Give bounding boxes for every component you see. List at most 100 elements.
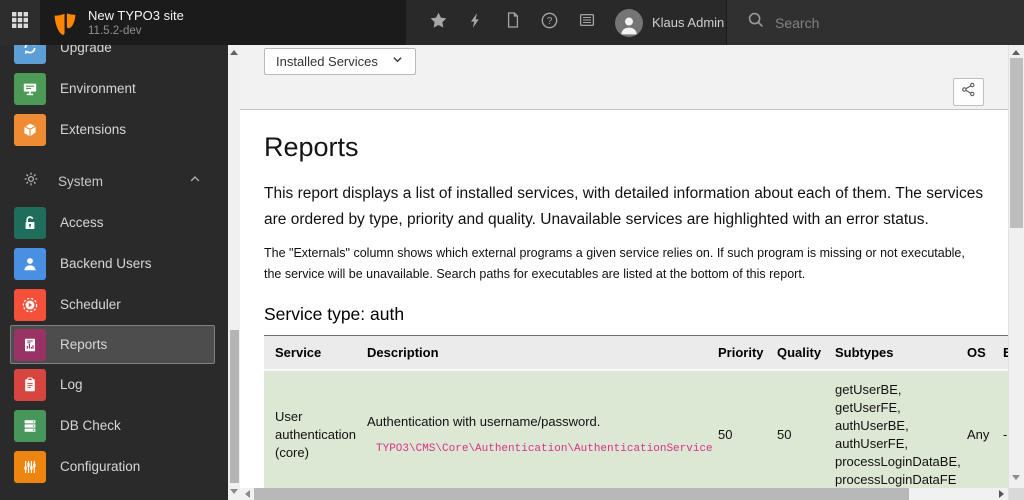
scroll-up-arrow-icon[interactable] <box>230 50 238 55</box>
report-body: Reports This report displays a list of i… <box>240 110 1008 488</box>
chevron-up-icon <box>188 172 202 191</box>
sidebar-item-scheduler[interactable]: Scheduler <box>0 284 228 325</box>
report-note-text: The "Externals" column shows which exter… <box>264 246 965 281</box>
col-header-subtypes: Subtypes <box>824 335 956 371</box>
view-selector-dropdown[interactable]: Installed Services <box>264 48 416 75</box>
module-menu: Upgrade Environment Extensions System Ac… <box>0 45 228 500</box>
site-title: New TYPO3 site <box>88 7 184 23</box>
content-vertical-scrollbar <box>1008 45 1024 500</box>
toolbar-search <box>726 0 1024 45</box>
col-header-os: OS <box>956 335 992 371</box>
svg-text:?: ? <box>547 16 553 27</box>
scroll-left-arrow-icon[interactable] <box>245 490 250 498</box>
sidebar-item-backend-users[interactable]: Backend Users <box>0 243 228 284</box>
sidebar-item-label: Reports <box>60 337 108 352</box>
star-icon <box>429 11 448 35</box>
sidebar-item-label: Upgrade <box>60 45 112 55</box>
sidebar-section-system[interactable]: System <box>0 161 228 202</box>
monitor-icon <box>14 72 46 105</box>
cell-description: Authentication with username/password. T… <box>356 370 713 488</box>
module-menu-scrollbar-thumb[interactable] <box>229 330 239 483</box>
sidebar-item-upgrade[interactable]: Upgrade <box>0 45 228 68</box>
sidebar-item-configuration[interactable]: Configuration <box>0 446 228 487</box>
col-header-quality: Quality <box>766 335 824 371</box>
sidebar-item-access[interactable]: Access <box>0 202 228 243</box>
new-page-button[interactable] <box>494 0 531 45</box>
user-icon <box>14 247 46 280</box>
sliders-icon <box>14 450 46 483</box>
module-menu-toggle-button[interactable] <box>0 0 40 45</box>
cell-externals: - <box>992 370 1008 488</box>
flush-cache-button[interactable] <box>457 0 494 45</box>
sidebar-item-log[interactable]: Log <box>0 364 228 405</box>
database-icon <box>14 409 46 442</box>
sidebar-item-label: DB Check <box>60 418 121 433</box>
chevron-down-icon <box>378 53 404 71</box>
sidebar-item-label: Configuration <box>60 459 141 474</box>
sidebar-item-label: Extensions <box>60 122 127 137</box>
share-button[interactable] <box>953 78 984 106</box>
sidebar-item-label: Environment <box>60 81 136 96</box>
view-selector-label: Installed Services <box>276 54 378 69</box>
play-circle-icon <box>14 288 46 321</box>
sidebar-item-label: Scheduler <box>60 297 121 312</box>
page-icon <box>504 11 522 34</box>
report-lead-text: This report displays a list of installed… <box>264 185 984 228</box>
typo3-logo-icon <box>52 10 78 36</box>
cell-subtypes: getUserBE, getUserFE, authUserBE, authUs… <box>824 370 961 488</box>
horizontal-scrollbar-thumb[interactable] <box>254 488 909 500</box>
module-menu-scrollbar <box>228 45 240 500</box>
username-label: Klaus Admin <box>652 15 725 30</box>
sidebar-item-label: Access <box>60 215 104 230</box>
system-information-button[interactable] <box>568 0 605 45</box>
bolt-icon <box>467 12 484 34</box>
grid-icon <box>11 11 29 34</box>
sidebar-item-db-check[interactable]: DB Check <box>0 405 228 446</box>
scroll-down-arrow-icon[interactable] <box>230 489 238 494</box>
bookmarks-button[interactable] <box>420 0 457 45</box>
service-class-name: TYPO3\CMS\Core\Authentication\Authentica… <box>376 442 713 455</box>
docheader: Installed Services <box>240 45 1008 110</box>
site-header[interactable]: New TYPO3 site 11.5.2-dev <box>40 0 406 45</box>
refresh-icon <box>14 45 46 64</box>
cell-priority: 50 <box>707 370 766 488</box>
services-table: Service Description Priority Quality Sub… <box>264 335 1008 488</box>
search-input[interactable] <box>775 14 975 31</box>
cell-quality: 50 <box>766 370 824 488</box>
sidebar-item-label: Backend Users <box>60 256 152 271</box>
help-icon: ? <box>540 11 559 35</box>
help-button[interactable]: ? <box>531 0 568 45</box>
page-title: Reports <box>264 132 359 162</box>
main-layout: Upgrade Environment Extensions System Ac… <box>0 45 1024 500</box>
scroll-up-arrow-icon[interactable] <box>1012 50 1020 55</box>
list-icon <box>578 11 596 34</box>
sidebar-section-label: System <box>58 174 104 189</box>
cell-os: Any <box>956 370 992 488</box>
scroll-right-arrow-icon[interactable] <box>999 490 1004 498</box>
sidebar-item-label: Log <box>60 377 83 392</box>
table-row: User authentication (core) Authenticatio… <box>264 370 1008 488</box>
scrollbar-corner <box>1009 488 1024 500</box>
gear-icon <box>22 170 40 193</box>
sidebar-item-environment[interactable]: Environment <box>0 68 228 109</box>
col-header-description: Description <box>356 335 707 371</box>
scroll-down-arrow-icon[interactable] <box>1012 475 1020 480</box>
cell-service: User authentication (core) <box>264 370 356 488</box>
vertical-scrollbar-thumb[interactable] <box>1010 58 1023 228</box>
toolbar-items: ? Klaus Admin <box>406 0 726 45</box>
site-version: 11.5.2-dev <box>88 24 142 37</box>
module-content: Installed Services Reports This report d… <box>240 45 1008 500</box>
topbar: New TYPO3 site 11.5.2-dev ? Klaus Admin <box>0 0 1024 45</box>
share-icon <box>961 82 976 102</box>
report-chart-icon <box>14 328 46 361</box>
search-icon <box>747 11 765 34</box>
col-header-externals: Externals <box>992 335 1008 371</box>
clipboard-icon <box>14 368 46 401</box>
sidebar-item-reports[interactable]: Reports <box>10 325 215 364</box>
service-type-heading: Service type: auth <box>264 304 405 324</box>
service-description: Authentication with username/password. <box>367 413 601 429</box>
user-menu-button[interactable]: Klaus Admin <box>615 8 725 37</box>
sidebar-item-extensions[interactable]: Extensions <box>0 109 228 150</box>
col-header-priority: Priority <box>707 335 766 371</box>
col-header-service: Service <box>264 335 356 371</box>
